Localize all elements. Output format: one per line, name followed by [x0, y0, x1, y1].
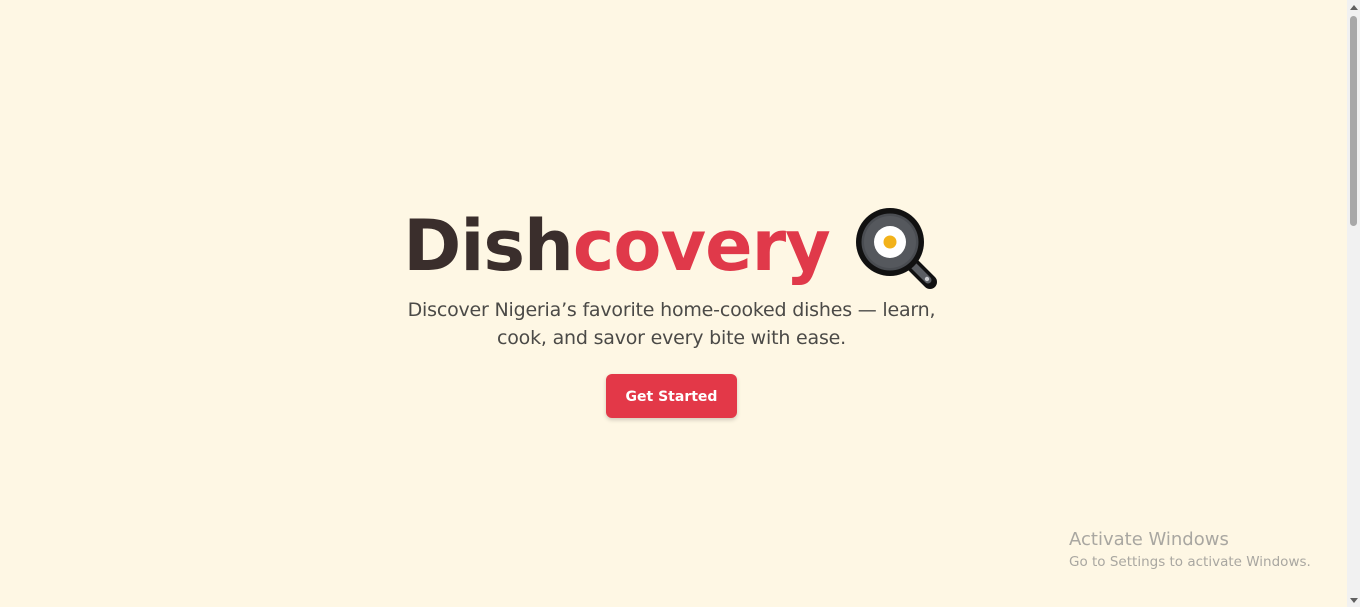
frying-pan-egg-icon	[855, 208, 937, 289]
hero-section: Dishcovery Discover Nigeria’s favorite h…	[0, 200, 1343, 418]
app-title-part-dish: Dish	[403, 205, 574, 287]
windows-activation-watermark: Activate Windows Go to Settings to activ…	[1069, 528, 1311, 572]
hero-subtitle: Discover Nigeria’s favorite home-cooked …	[407, 299, 936, 349]
get-started-button[interactable]: Get Started	[606, 374, 737, 418]
scroll-up-arrow-icon[interactable]	[1347, 0, 1360, 14]
scrollbar-thumb[interactable]	[1350, 16, 1357, 226]
title-row: Dishcovery	[0, 200, 1343, 292]
app-title-part-covery: covery	[572, 205, 831, 287]
landing-page: Dishcovery Discover Nigeria’s favorite h…	[0, 0, 1347, 607]
app-title: Dishcovery	[403, 211, 830, 281]
scroll-down-arrow-icon[interactable]	[1347, 593, 1360, 607]
watermark-title: Activate Windows	[1069, 529, 1229, 550]
vertical-scrollbar[interactable]	[1347, 0, 1360, 607]
watermark-subtitle: Go to Settings to activate Windows.	[1069, 554, 1311, 570]
